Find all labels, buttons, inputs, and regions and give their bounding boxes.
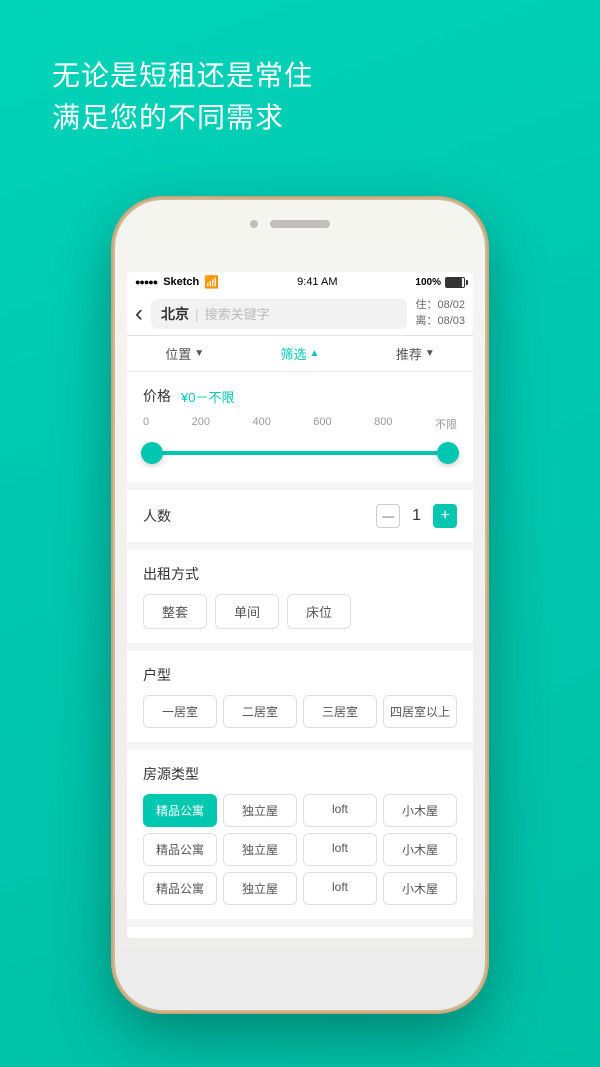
checkout-label: 离：08/03	[415, 314, 465, 329]
status-time: 9:41 AM	[297, 276, 337, 288]
headline-line2: 满足您的不同需求	[52, 97, 313, 139]
room-source-label: 房源类型	[143, 764, 447, 784]
people-section: 人数 － 1 +	[127, 490, 473, 542]
room-source-btn-0-3[interactable]: 小木屋	[383, 794, 457, 827]
room-source-btn-2-0[interactable]: 精品公寓	[143, 872, 217, 905]
filter-location-label: 位置	[165, 344, 191, 363]
room-type-option-3[interactable]: 四居室以上	[383, 695, 457, 728]
room-source-btn-1-2[interactable]: loft	[303, 833, 377, 866]
room-source-row-3: 精品公寓 独立屋 loft 小木屋	[143, 872, 457, 905]
status-right: 100%	[415, 277, 465, 288]
battery-fill	[446, 278, 462, 287]
price-section: 价格 ¥0－不限 0 200 400 600 800 不限	[127, 372, 473, 482]
plus-button[interactable]: +	[433, 504, 457, 528]
count-value: 1	[412, 507, 421, 525]
room-type-btn-group: 一居室 二居室 三居室 四居室以上	[143, 695, 457, 728]
room-type-label: 户型	[143, 665, 447, 685]
phone-camera	[250, 220, 258, 228]
room-source-section: 房源类型 精品公寓 独立屋 loft 小木屋 精品公寓 独立屋 loft 小木屋	[127, 750, 473, 919]
room-type-option-0[interactable]: 一居室	[143, 695, 217, 728]
room-source-btn-1-1[interactable]: 独立屋	[223, 833, 297, 866]
slider-thumb-right[interactable]	[437, 442, 459, 464]
rental-option-1[interactable]: 单间	[215, 594, 279, 629]
carrier-label: Sketch	[163, 276, 199, 288]
scale-0: 0	[143, 416, 149, 432]
back-button[interactable]: ‹	[135, 300, 143, 328]
people-label: 人数	[143, 506, 171, 526]
rental-type-section: 出租方式 整套 单间 床位	[127, 550, 473, 643]
search-dates: 住：08/02 离：08/03	[415, 298, 465, 329]
room-source-btn-0-1[interactable]: 独立屋	[223, 794, 297, 827]
count-controls: － 1 +	[376, 504, 457, 528]
price-slider[interactable]	[143, 438, 457, 468]
filter-recommend[interactable]: 推荐 ▼	[396, 344, 435, 363]
signal-dots: ●●●●●	[135, 277, 157, 287]
price-header: 价格 ¥0－不限	[143, 386, 457, 406]
filter-screen-arrow: ▲	[310, 348, 320, 359]
room-type-option-2[interactable]: 三居室	[303, 695, 377, 728]
search-city: 北京	[161, 304, 189, 324]
wifi-icon: 📶	[204, 275, 219, 289]
status-left: ●●●●● Sketch 📶	[135, 275, 219, 289]
filter-location-arrow: ▼	[194, 348, 204, 359]
price-scale: 0 200 400 600 800 不限	[143, 416, 457, 432]
search-divider: |	[195, 306, 199, 322]
scale-200: 200	[192, 416, 210, 432]
scale-800: 800	[374, 416, 392, 432]
room-type-section: 户型 一居室 二居室 三居室 四居室以上	[127, 651, 473, 742]
main-content: 价格 ¥0－不限 0 200 400 600 800 不限	[127, 372, 473, 938]
headline-text: 无论是短租还是常住 满足您的不同需求	[52, 55, 313, 139]
room-source-row-1: 精品公寓 独立屋 loft 小木屋	[143, 794, 457, 827]
rental-option-2[interactable]: 床位	[287, 594, 351, 629]
slider-track	[143, 451, 457, 455]
filter-recommend-label: 推荐	[396, 344, 422, 363]
facilities-section: 设施 📺 电视 ❄️ 空调 🚿 热水 🌐	[127, 927, 473, 938]
checkin-label: 住：08/02	[415, 298, 465, 313]
scale-400: 400	[252, 416, 270, 432]
status-bar: ●●●●● Sketch 📶 9:41 AM 100%	[127, 272, 473, 292]
price-label: 价格	[143, 386, 171, 406]
minus-button[interactable]: －	[376, 504, 400, 528]
headline-line1: 无论是短租还是常住	[52, 55, 313, 97]
battery-percent: 100%	[415, 277, 441, 288]
filter-bar: 位置 ▼ 筛选 ▲ 推荐 ▼	[127, 336, 473, 372]
rental-type-label: 出租方式	[143, 564, 447, 584]
price-range-text: ¥0－不限	[181, 387, 234, 406]
room-source-btn-2-2[interactable]: loft	[303, 872, 377, 905]
room-source-btn-1-3[interactable]: 小木屋	[383, 833, 457, 866]
room-source-btn-0-0[interactable]: 精品公寓	[143, 794, 217, 827]
room-source-btn-0-2[interactable]: loft	[303, 794, 377, 827]
rental-type-btn-group: 整套 单间 床位	[143, 594, 457, 629]
search-bar: ‹ 北京 | 搜索关键字 住：08/02 离：08/03	[127, 292, 473, 336]
room-source-btn-2-1[interactable]: 独立屋	[223, 872, 297, 905]
filter-recommend-arrow: ▼	[425, 348, 435, 359]
phone-speaker	[270, 220, 330, 228]
phone-shell: ●●●●● Sketch 📶 9:41 AM 100% ‹ 北京 | 搜索关键字…	[115, 200, 485, 1010]
scale-max: 不限	[435, 416, 457, 432]
scale-600: 600	[313, 416, 331, 432]
phone-screen: ●●●●● Sketch 📶 9:41 AM 100% ‹ 北京 | 搜索关键字…	[127, 272, 473, 938]
search-input-area[interactable]: 北京 | 搜索关键字	[151, 299, 407, 329]
rental-option-0[interactable]: 整套	[143, 594, 207, 629]
search-placeholder: 搜索关键字	[205, 304, 270, 323]
people-row: 人数 － 1 +	[143, 504, 457, 528]
slider-thumb-left[interactable]	[141, 442, 163, 464]
filter-location[interactable]: 位置 ▼	[165, 344, 204, 363]
filter-screen[interactable]: 筛选 ▲	[281, 344, 320, 363]
battery-icon	[445, 277, 465, 288]
room-type-option-1[interactable]: 二居室	[223, 695, 297, 728]
filter-screen-label: 筛选	[281, 344, 307, 363]
room-source-btn-2-3[interactable]: 小木屋	[383, 872, 457, 905]
room-source-btn-1-0[interactable]: 精品公寓	[143, 833, 217, 866]
phone-top-bar	[115, 220, 485, 228]
room-source-row-2: 精品公寓 独立屋 loft 小木屋	[143, 833, 457, 866]
